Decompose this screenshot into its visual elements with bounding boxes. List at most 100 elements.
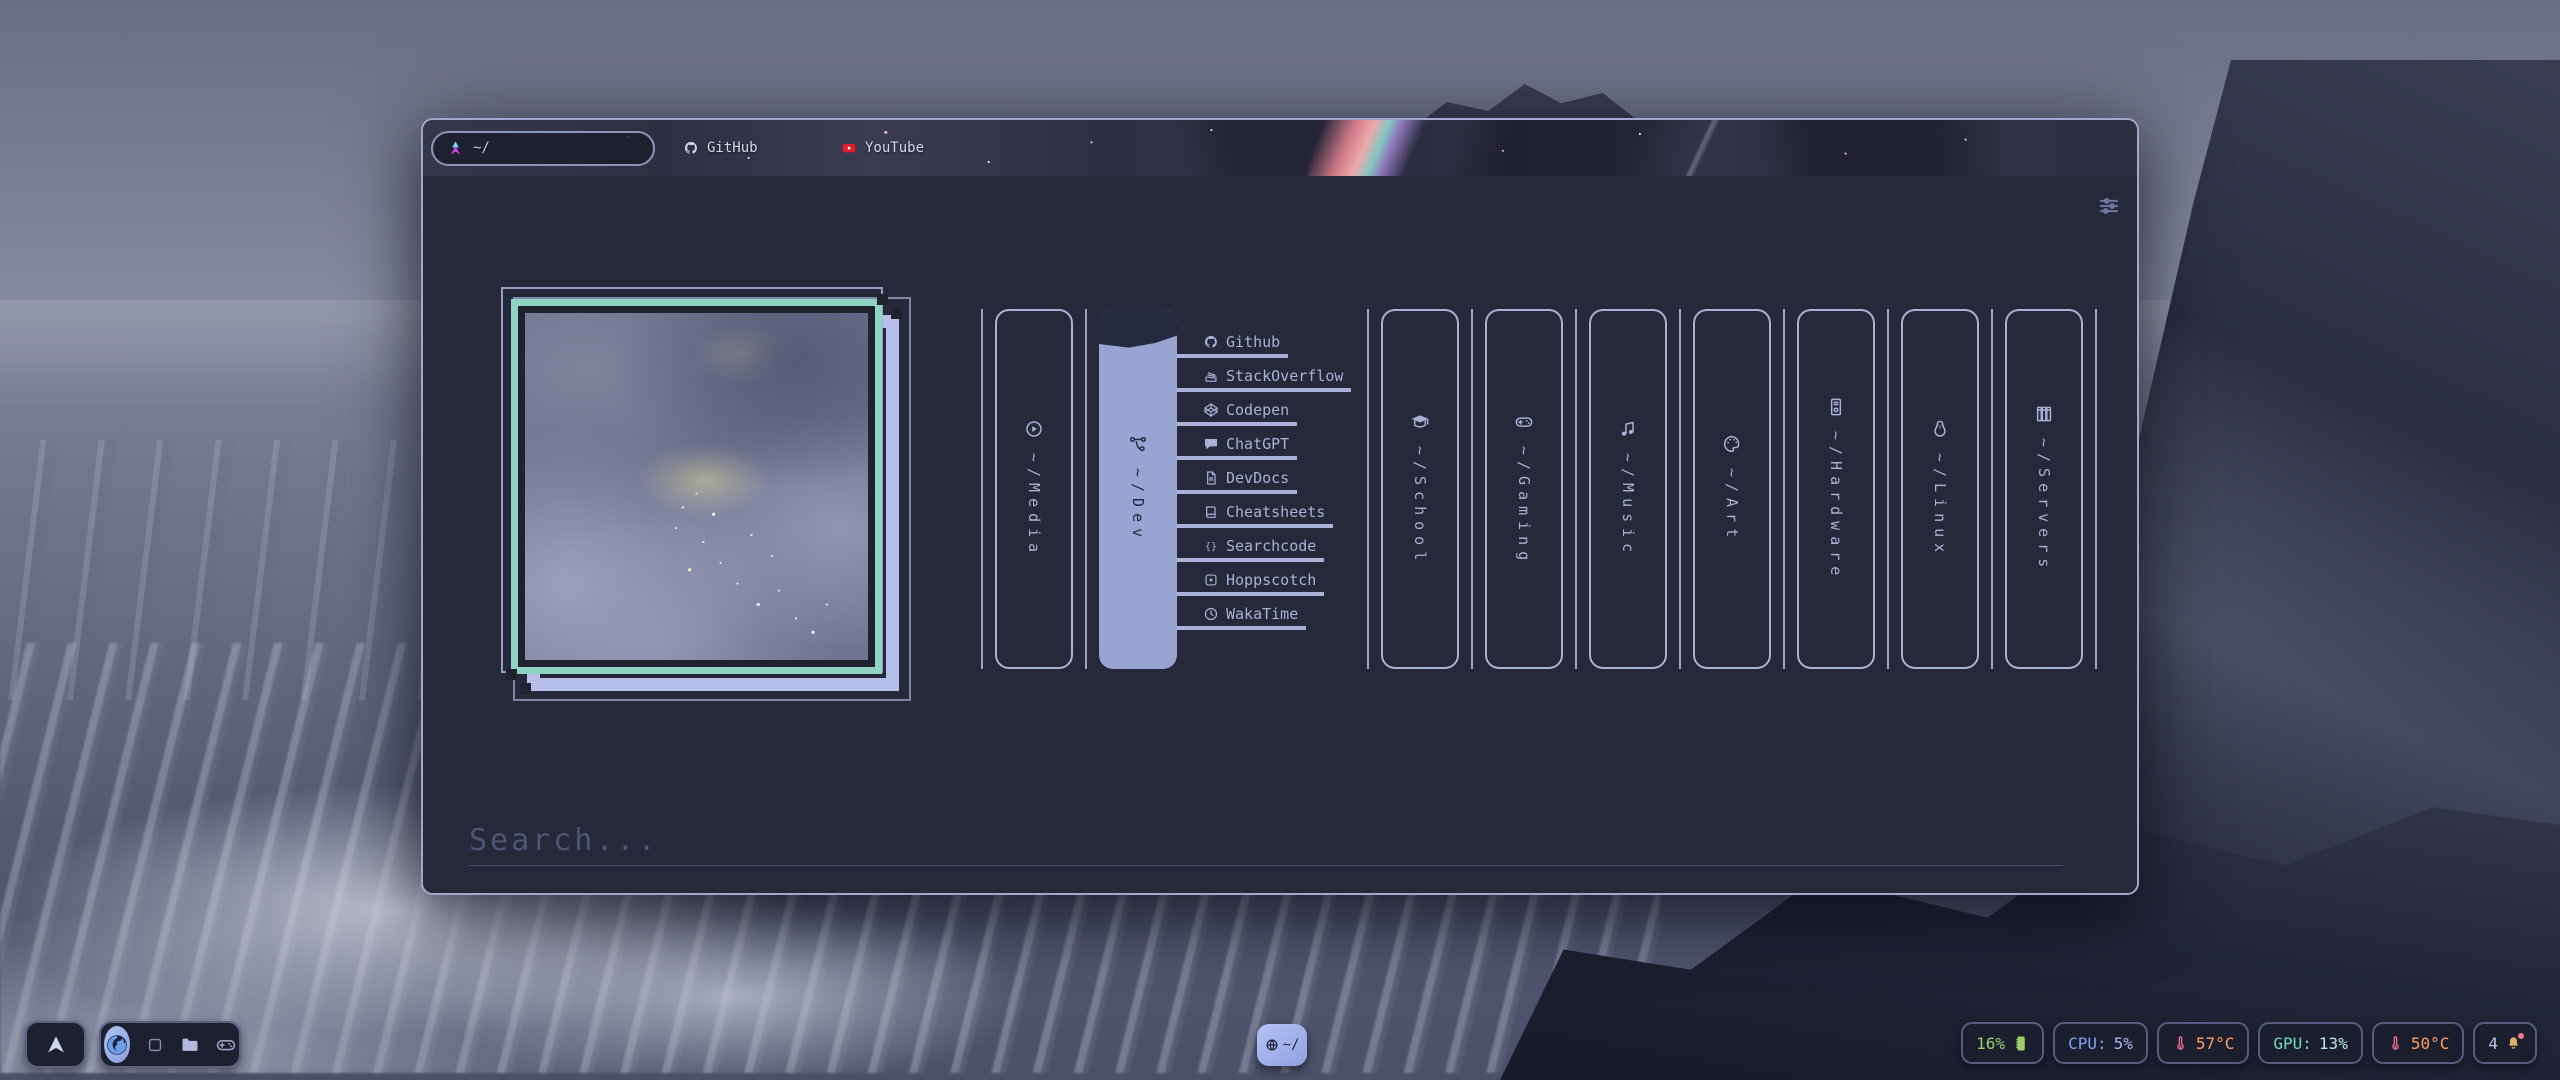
- braces-icon: {}: [1203, 538, 1219, 554]
- music-icon: [1618, 419, 1638, 439]
- stat-text: 50°C: [2411, 1034, 2450, 1053]
- gamepad-icon: [215, 1034, 237, 1056]
- stat-chip[interactable]: 57°C: [2157, 1022, 2250, 1064]
- artwork-teal-frame: [511, 299, 882, 674]
- thermometer-icon: [2387, 1035, 2404, 1052]
- dev-link-codepen[interactable]: Codepen: [1177, 401, 1297, 426]
- chat-bubble-icon: [1203, 436, 1219, 452]
- shelf-divider-line: [1991, 309, 1993, 669]
- stat-text: 5%: [2114, 1034, 2133, 1053]
- tux-icon: [1930, 419, 1950, 439]
- dev-link-cheatsheets[interactable]: Cheatsheets: [1177, 503, 1333, 528]
- dev-link-label: Cheatsheets: [1226, 503, 1325, 521]
- hoppscotch-icon: [1203, 572, 1219, 588]
- sliders-icon: [2096, 193, 2122, 219]
- stat-chip[interactable]: 50°C: [2372, 1022, 2465, 1064]
- resize-handle[interactable]: [520, 683, 531, 694]
- thermometer-icon: [2172, 1035, 2189, 1052]
- search-input[interactable]: [469, 816, 2063, 866]
- dev-links-list: Github StackOverflow Codepen ChatGPT DevDocs…: [1177, 333, 1351, 639]
- desktop: ~/ GitHub YouTube: [0, 0, 2560, 1080]
- book-dev[interactable]: ~/Dev: [1099, 309, 1177, 669]
- artwork-clouds-image: [525, 313, 868, 660]
- book-art[interactable]: ~/Art: [1693, 309, 1771, 669]
- stat-text: GPU:: [2273, 1034, 2312, 1053]
- folder-icon: [180, 1035, 200, 1055]
- tab-strip: ~/ GitHub YouTube: [423, 120, 2137, 176]
- bookshelf: ~/Media ~/Dev Github StackOverflow Codepen Ch…: [980, 309, 2098, 669]
- browser-tabbar: ~/ GitHub YouTube: [423, 120, 2137, 176]
- stat-text: CPU:: [2068, 1034, 2107, 1053]
- active-window-label: ~/: [1283, 1037, 1300, 1053]
- book-label: ~/Art: [1723, 468, 1741, 543]
- shelf-divider-line: [1471, 309, 1473, 669]
- book-servers[interactable]: ~/Servers: [2005, 309, 2083, 669]
- book-music[interactable]: ~/Music: [1589, 309, 1667, 669]
- firefox-app-button[interactable]: [104, 1026, 130, 1063]
- stat-chip[interactable]: CPU: 5%: [2053, 1022, 2148, 1064]
- resize-handle[interactable]: [877, 294, 888, 305]
- shelf-divider-line: [1887, 309, 1889, 669]
- artwork-frame: [511, 299, 882, 674]
- book-media[interactable]: ~/Media: [995, 309, 1073, 669]
- palette-icon: [1722, 434, 1742, 454]
- shelf-divider-line: [1085, 309, 1087, 669]
- stack-icon: [1203, 368, 1219, 384]
- shelf-divider-line: [2095, 309, 2097, 669]
- dev-link-label: Searchcode: [1226, 537, 1316, 555]
- book-label: ~/Linux: [1931, 453, 1949, 558]
- workspace-button[interactable]: [146, 1035, 164, 1055]
- tab-youtube[interactable]: YouTube: [827, 120, 938, 176]
- open-book-group: ~/Dev Github StackOverflow Codepen ChatGPT De…: [1099, 309, 1355, 669]
- dev-link-wakatime[interactable]: WakaTime: [1177, 605, 1306, 630]
- stat-text: 16%: [1976, 1034, 2005, 1053]
- clock-icon: [1203, 606, 1219, 622]
- system-stats: 16% CPU: 5% 57°CGPU:13% 50°C 4: [1961, 1022, 2537, 1064]
- book-label: ~/Gaming: [1515, 446, 1533, 566]
- book-top-shade: [1099, 309, 1177, 355]
- bell-icon: [2505, 1035, 2522, 1052]
- book-label: ~/Hardware: [1827, 431, 1845, 581]
- app-launcher-button[interactable]: [25, 1021, 86, 1068]
- book-linux[interactable]: ~/Linux: [1901, 309, 1979, 669]
- dev-link-github[interactable]: Github: [1177, 333, 1288, 358]
- startpage-content: ~/Media ~/Dev Github StackOverflow Codepen Ch…: [423, 176, 2137, 893]
- book-label: ~/School: [1411, 446, 1429, 566]
- dev-link-stackoverflow[interactable]: StackOverflow: [1177, 367, 1351, 392]
- firefox-icon: [104, 1032, 130, 1058]
- resize-handle[interactable]: [891, 308, 902, 319]
- book-gaming[interactable]: ~/Gaming: [1485, 309, 1563, 669]
- dev-link-hoppscotch[interactable]: Hoppscotch: [1177, 571, 1324, 596]
- active-window-button[interactable]: ~/: [1257, 1024, 1307, 1066]
- shelf-divider-line: [1575, 309, 1577, 669]
- dev-link-searchcode[interactable]: {} Searchcode: [1177, 537, 1324, 562]
- ram-icon: [2012, 1035, 2029, 1052]
- stat-chip[interactable]: 4: [2473, 1022, 2537, 1064]
- stat-chip[interactable]: GPU:13%: [2258, 1022, 2362, 1064]
- stat-chip[interactable]: 16%: [1961, 1022, 2044, 1064]
- book-hardware[interactable]: ~/Hardware: [1797, 309, 1875, 669]
- tab-github[interactable]: GitHub: [669, 120, 819, 176]
- files-app-button[interactable]: [180, 1035, 200, 1055]
- shelf-divider-line: [1367, 309, 1369, 669]
- book-label: ~/Media: [1025, 453, 1043, 558]
- codepen-icon: [1203, 402, 1219, 418]
- play-circle-icon: [1024, 419, 1044, 439]
- settings-button[interactable]: [2093, 190, 2125, 222]
- book-icon: [1203, 504, 1219, 520]
- servers-icon: [2034, 404, 2054, 424]
- resize-handle[interactable]: [506, 669, 517, 680]
- github-icon: [683, 140, 699, 156]
- pc-tower-icon: [1826, 397, 1846, 417]
- dev-link-label: Github: [1226, 333, 1280, 351]
- book-school[interactable]: ~/School: [1381, 309, 1459, 669]
- games-app-button[interactable]: [216, 1035, 236, 1055]
- dev-link-devdocs[interactable]: DevDocs: [1177, 469, 1297, 494]
- git-branch-icon: [1128, 434, 1148, 454]
- document-icon: [1203, 470, 1219, 486]
- alert-dot: [2518, 1033, 2524, 1039]
- tab-home[interactable]: ~/: [431, 131, 655, 166]
- youtube-icon: [841, 140, 857, 156]
- dev-link-chatgpt[interactable]: ChatGPT: [1177, 435, 1297, 460]
- book-label: ~/Music: [1619, 453, 1637, 558]
